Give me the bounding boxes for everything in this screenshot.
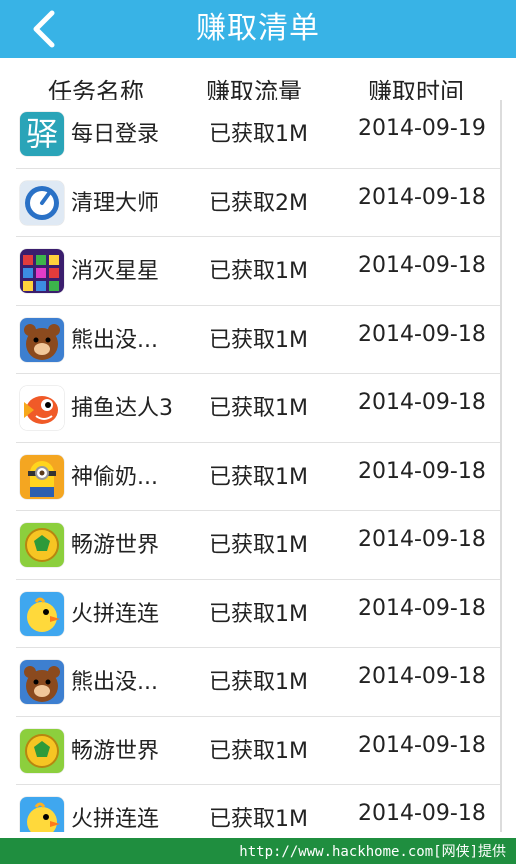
earned-date: 2014-09-18 (358, 253, 486, 278)
earned-date: 2014-09-18 (358, 595, 486, 621)
earned-date: 2014-09-18 (358, 458, 486, 484)
earned-date: 2014-09-18 (358, 527, 486, 552)
task-name: 清理大师 (71, 190, 160, 216)
qiandao-icon: 驿 (20, 112, 64, 156)
bear-icon (20, 660, 64, 704)
earned-flow: 已获取1M (209, 533, 308, 558)
earned-flow: 已获取1M (209, 670, 308, 695)
world-ball-icon (20, 523, 64, 567)
earned-date: 2014-09-19 (358, 116, 486, 141)
task-name: 火拼连连 (71, 807, 160, 832)
page-title: 赚取清单 (196, 11, 320, 46)
earned-date: 2014-09-18 (358, 664, 486, 689)
earned-date: 2014-09-18 (358, 732, 486, 758)
list-item[interactable]: 消灭星星 已获取1M 2014-09-18 (16, 237, 500, 306)
popstar-icon (20, 249, 64, 293)
task-name: 每日登录 (71, 122, 160, 147)
list-item[interactable]: 捕鱼达人3 已获取1M 2014-09-18 (16, 374, 500, 443)
list-item[interactable]: 熊出没... 已获取1M 2014-09-18 (16, 648, 500, 717)
earned-flow: 已获取1M (209, 327, 308, 353)
task-name: 火拼连连 (71, 601, 160, 627)
list-item[interactable]: 畅游世界 已获取1M 2014-09-18 (16, 511, 500, 580)
watermark: http://www.hackhome.com[网侠]提供 (239, 844, 506, 860)
task-name: 熊出没... (71, 670, 158, 695)
list-item[interactable]: 驿每日登录 已获取1M 2014-09-19 (16, 100, 500, 169)
earned-flow: 已获取1M (209, 396, 308, 421)
footer-bar: http://www.hackhome.com[网侠]提供 (0, 838, 516, 864)
list-item[interactable]: 神偷奶... 已获取1M 2014-09-18 (16, 442, 500, 511)
fish-icon (20, 386, 64, 430)
earned-flow: 已获取1M (209, 122, 308, 147)
task-name: 畅游世界 (71, 738, 160, 764)
task-name: 捕鱼达人3 (71, 396, 173, 421)
earned-flow: 已获取1M (209, 601, 308, 627)
earned-date: 2014-09-18 (358, 321, 486, 347)
list-item[interactable]: 熊出没... 已获取1M 2014-09-18 (16, 305, 500, 374)
task-name: 神偷奶... (71, 464, 158, 490)
list-item[interactable]: 清理大师 已获取2M 2014-09-18 (16, 168, 500, 237)
world-ball-icon (20, 728, 64, 773)
earned-date: 2014-09-18 (358, 184, 486, 210)
chick-icon (20, 797, 64, 832)
top-bar: 赚取清单 (0, 0, 516, 58)
earned-flow: 已获取1M (209, 738, 308, 764)
task-name: 熊出没... (71, 327, 158, 353)
list-item[interactable]: 畅游世界 已获取1M 2014-09-18 (16, 716, 500, 785)
task-name: 消灭星星 (71, 259, 160, 284)
earned-date: 2014-09-18 (358, 390, 486, 415)
earned-date: 2014-09-18 (358, 801, 486, 826)
earned-flow: 已获取1M (209, 259, 308, 284)
earn-list[interactable]: 驿每日登录 已获取1M 2014-09-19 清理大师 已获取2M 2014-09-18 消… (16, 100, 502, 832)
earned-flow: 已获取1M (209, 807, 308, 832)
minion-icon (20, 454, 64, 499)
earned-flow: 已获取1M (209, 464, 308, 490)
list-item[interactable]: 火拼连连 已获取1M 2014-09-18 (16, 579, 500, 648)
earned-flow: 已获取2M (209, 190, 308, 216)
task-name: 畅游世界 (71, 533, 160, 558)
bear-icon (20, 317, 64, 362)
chick-icon (20, 591, 64, 636)
list-item[interactable]: 火拼连连 已获取1M 2014-09-18 (16, 785, 500, 832)
clean-master-icon (20, 180, 64, 225)
